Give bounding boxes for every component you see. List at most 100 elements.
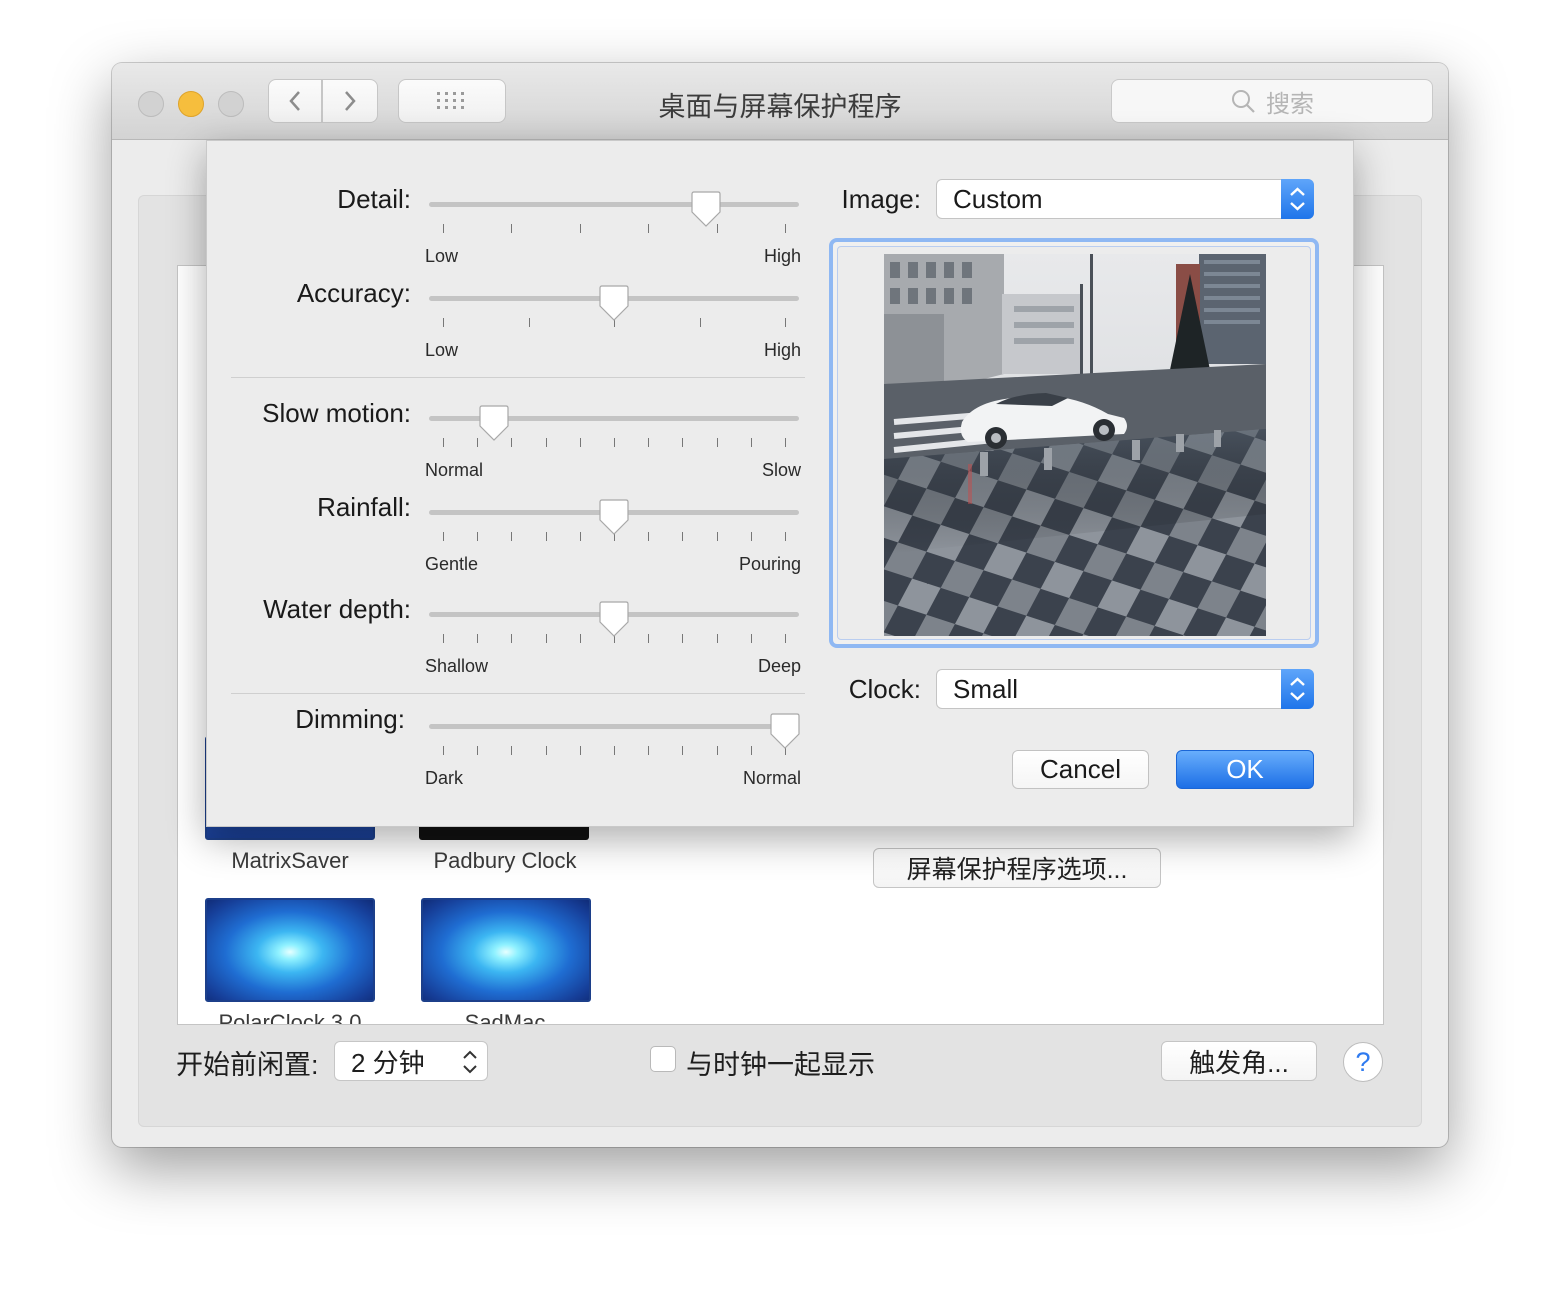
slider-knob[interactable]: [598, 498, 630, 536]
clock-select[interactable]: Small: [936, 669, 1314, 709]
slider-tick: [443, 532, 444, 541]
slider-tick: [716, 634, 718, 643]
slider-tick: [785, 634, 786, 643]
idle-time-select[interactable]: 2 分钟: [334, 1041, 488, 1081]
screen-saver-options-button[interactable]: 屏幕保护程序选项...: [873, 848, 1161, 888]
rainfall-label: Rainfall:: [317, 492, 411, 522]
custom-image-preview: [884, 254, 1266, 636]
slider-tick: [785, 318, 786, 327]
slider-tick: [528, 318, 530, 327]
slider-tick: [682, 746, 684, 755]
slider-tick: [750, 532, 752, 541]
slider-tick: [511, 532, 513, 541]
dimming-slider[interactable]: [429, 712, 801, 767]
idle-time-value: 2 分钟: [351, 1047, 425, 1078]
slow-motion-min-label: Normal: [425, 460, 484, 480]
rainfall-max-label: Pouring: [738, 554, 801, 574]
screen-saver-thumbnail-sadmac[interactable]: [421, 898, 591, 1002]
show-all-button[interactable]: [398, 79, 506, 123]
slider-tick: [511, 438, 513, 447]
slider-knob[interactable]: [598, 284, 630, 322]
search-icon: [1232, 90, 1255, 113]
slider-tick: [716, 532, 718, 541]
slider-tick: [716, 746, 718, 755]
water-depth-label: Water depth:: [263, 594, 411, 624]
zoom-window-button[interactable]: [218, 91, 244, 117]
grid-icon: [437, 92, 464, 109]
back-button[interactable]: [268, 79, 322, 123]
detail-slider[interactable]: [429, 190, 799, 245]
accuracy-slider[interactable]: [429, 284, 799, 339]
ok-button[interactable]: OK: [1176, 750, 1314, 789]
slider-tick: [682, 532, 684, 541]
detail-max-label: High: [763, 246, 801, 266]
window-title: 桌面与屏幕保护程序: [658, 92, 902, 122]
slider-knob[interactable]: [690, 190, 722, 228]
slider-track: [429, 724, 799, 729]
slider-tick: [511, 634, 513, 643]
screen-saver-options-sheet: Detail: Low High Accuracy: Low High Slow…: [206, 140, 1354, 827]
minimize-window-button[interactable]: [178, 91, 204, 117]
screen-saver-thumbnail-polarclock[interactable]: [205, 898, 375, 1002]
slider-tick: [648, 438, 650, 447]
slider-tick: [785, 438, 786, 447]
slider-tick: [699, 318, 701, 327]
help-button[interactable]: ?: [1343, 1042, 1383, 1082]
dimming-max-label: Normal: [742, 768, 801, 788]
slider-knob[interactable]: [478, 404, 510, 442]
screen-saver-label: MatrixSaver: [231, 848, 349, 873]
slider-tick: [785, 224, 786, 233]
slider-tick: [579, 532, 581, 541]
slider-tick: [443, 746, 444, 755]
section-divider: [231, 693, 805, 694]
slider-tick: [614, 438, 615, 447]
slow-motion-label: Slow motion:: [262, 398, 411, 428]
forward-button[interactable]: [322, 79, 378, 123]
image-select-stepper: [1281, 179, 1314, 219]
water-depth-slider[interactable]: [429, 600, 799, 655]
slider-tick: [682, 438, 684, 447]
show-with-clock-checkbox[interactable]: [650, 1046, 676, 1072]
close-window-button[interactable]: [138, 91, 164, 117]
image-select[interactable]: Custom: [936, 179, 1314, 219]
slider-knob[interactable]: [598, 600, 630, 638]
cancel-button[interactable]: Cancel: [1012, 750, 1149, 789]
search-field[interactable]: 搜索: [1111, 79, 1433, 123]
slider-tick: [477, 634, 479, 643]
slider-tick: [477, 532, 479, 541]
slider-tick: [648, 224, 650, 233]
clock-select-stepper: [1281, 669, 1314, 709]
chevron-up-down-icon: [463, 1050, 477, 1074]
slow-motion-slider[interactable]: [429, 404, 799, 459]
slider-tick: [443, 318, 444, 327]
hot-corners-button[interactable]: 触发角...: [1161, 1041, 1317, 1081]
screen-saver-label: Padbury Clock: [433, 848, 577, 873]
slider-knob[interactable]: [769, 712, 801, 750]
clock-label: Clock:: [848, 674, 921, 704]
idle-time-label: 开始前闲置:: [176, 1050, 319, 1080]
dimming-label: Dimming:: [295, 704, 405, 734]
slider-tick: [579, 634, 581, 643]
chevron-right-icon: [345, 91, 356, 111]
slider-tick: [648, 532, 650, 541]
accuracy-max-label: High: [763, 340, 801, 360]
screen-saver-label: SadMac: [464, 1010, 546, 1024]
slider-tick: [614, 746, 615, 755]
dimming-min-label: Dark: [425, 768, 464, 788]
slider-tick: [579, 224, 581, 233]
slider-tick: [785, 532, 786, 541]
slider-tick: [716, 438, 718, 447]
title-bar: 桌面与屏幕保护程序 搜索: [112, 63, 1448, 140]
rainfall-min-label: Gentle: [425, 554, 479, 574]
image-label: Image:: [841, 184, 922, 214]
slider-tick: [545, 438, 547, 447]
slider-tick: [443, 224, 444, 233]
slider-tick: [545, 532, 547, 541]
detail-label: Detail:: [337, 184, 411, 214]
water-depth-max-label: Deep: [757, 656, 801, 676]
slider-track: [429, 202, 799, 207]
slider-tick: [443, 438, 444, 447]
slider-tick: [579, 438, 581, 447]
rainfall-slider[interactable]: [429, 498, 799, 553]
slider-tick: [682, 634, 684, 643]
